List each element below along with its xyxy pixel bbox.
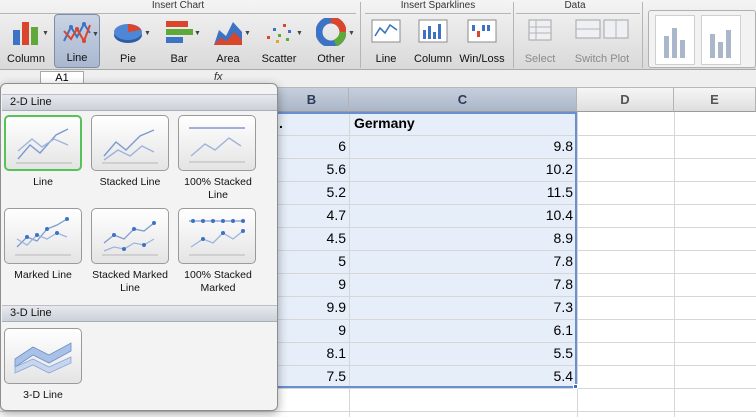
area-chart-label: Area: [216, 53, 240, 65]
scatter-chart-icon: [264, 18, 294, 51]
sparkline-line-icon: [371, 18, 401, 49]
line-chart-dropdown: 2-D Line Line Stacked Line 100% Stacked …: [0, 83, 278, 411]
sparkline-column-icon: [418, 18, 448, 49]
group-divider: [513, 2, 514, 68]
line-option-label: Line: [33, 176, 53, 188]
selection-border: [275, 112, 577, 388]
other-chart-icon: [315, 16, 347, 51]
sparkline-winloss-button[interactable]: Win/Loss: [458, 14, 506, 68]
insert-sparklines-group-title: Insert Sparklines: [400, 0, 476, 11]
chevron-down-icon: ▼: [92, 31, 99, 38]
section-header-3d-line: 3-D Line: [2, 305, 277, 322]
grid-line: [0, 411, 756, 412]
stacked-marked-line-label: Stacked Marked Line: [92, 269, 168, 294]
insert-chart-group-title: Insert Chart: [151, 0, 205, 11]
area-chart-icon: [213, 18, 243, 51]
bar-chart-button[interactable]: ▼ Bar: [156, 14, 202, 68]
bar-chart-icon: [164, 18, 194, 51]
line-option[interactable]: [4, 115, 82, 171]
bar-chart-label: Bar: [170, 53, 188, 65]
select-data-icon: [527, 18, 553, 49]
chart-layout-thumbnail[interactable]: [701, 15, 741, 65]
chevron-down-icon: ▼: [144, 30, 151, 37]
chevron-down-icon: ▼: [244, 30, 251, 37]
stacked-line-option[interactable]: [91, 115, 169, 171]
section-header-2d-line: 2-D Line: [2, 94, 277, 111]
other-chart-label: Other: [317, 53, 345, 65]
sparkline-line-button[interactable]: Line: [364, 14, 408, 68]
line-chart-icon: [62, 19, 92, 52]
percent-stacked-marked-option[interactable]: [178, 208, 256, 264]
select-data-label: Select: [524, 53, 556, 65]
switch-plot-label: Switch Plot: [574, 53, 630, 65]
column-chart-button[interactable]: ▼ Column: [2, 14, 50, 68]
column-header-c[interactable]: C: [349, 88, 577, 112]
data-group-title: Data: [564, 0, 586, 11]
pie-chart-button[interactable]: ▼ Pie: [104, 14, 152, 68]
ribbon: Insert Chart Insert Sparklines Data ▼ Co…: [0, 0, 756, 70]
sparkline-column-button[interactable]: Column: [410, 14, 456, 68]
group-divider: [360, 2, 361, 68]
scatter-chart-label: Scatter: [261, 53, 297, 65]
chart-layout-gallery[interactable]: [648, 10, 756, 68]
select-data-button[interactable]: Select: [518, 14, 562, 68]
area-chart-button[interactable]: ▼ Area: [204, 14, 252, 68]
column-chart-label: Column: [7, 53, 45, 65]
chevron-down-icon: ▼: [348, 30, 355, 37]
column-header-d[interactable]: D: [577, 88, 674, 112]
percent-stacked-marked-label: 100% Stacked Marked: [184, 269, 252, 294]
percent-stacked-line-label: 100% Stacked Line: [184, 176, 252, 201]
chevron-down-icon: ▼: [296, 30, 303, 37]
sparkline-winloss-icon: [467, 18, 497, 49]
chevron-down-icon: ▼: [42, 30, 49, 37]
sparkline-column-label: Column: [414, 53, 452, 65]
line-chart-label: Line: [66, 52, 88, 64]
chevron-down-icon: ▼: [194, 30, 201, 37]
3d-line-option[interactable]: [4, 328, 82, 384]
sparkline-line-label: Line: [375, 53, 397, 65]
scatter-chart-button[interactable]: ▼ Scatter: [254, 14, 304, 68]
pie-chart-label: Pie: [120, 53, 136, 65]
switch-plot-button[interactable]: Switch Plot: [566, 14, 638, 68]
switch-plot-icon: [574, 18, 630, 45]
fx-icon[interactable]: fx: [214, 71, 223, 83]
group-divider: [642, 2, 643, 68]
column-header-b[interactable]: B: [275, 88, 349, 112]
percent-stacked-line-option[interactable]: [178, 115, 256, 171]
stacked-line-label: Stacked Line: [99, 176, 161, 188]
other-chart-button[interactable]: ▼ Other: [306, 14, 356, 68]
chart-layout-thumbnail[interactable]: [655, 15, 695, 65]
marked-line-option[interactable]: [4, 208, 82, 264]
pie-chart-icon: [112, 18, 144, 51]
stacked-marked-line-option[interactable]: [91, 208, 169, 264]
fill-handle[interactable]: [573, 384, 578, 389]
column-header-e[interactable]: E: [674, 88, 756, 112]
column-chart-icon: [11, 18, 41, 51]
marked-line-label: Marked Line: [14, 269, 72, 281]
sparkline-winloss-label: Win/Loss: [459, 53, 505, 65]
line-chart-button[interactable]: ▼ Line: [54, 14, 100, 68]
3d-line-label: 3-D Line: [23, 389, 63, 401]
